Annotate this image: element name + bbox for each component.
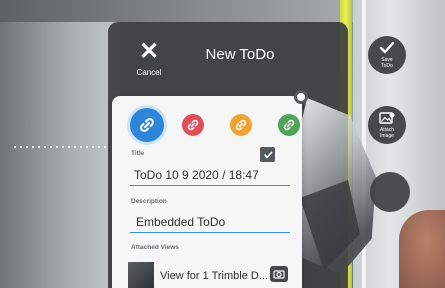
- save-label-line2: ToDo: [381, 63, 393, 69]
- description-label: Description: [131, 198, 167, 205]
- cancel-button[interactable]: ✕ Cancel: [128, 40, 170, 82]
- title-field[interactable]: ToDo 10 9 2020 / 18:47: [134, 168, 259, 182]
- color-option-blue[interactable]: [130, 108, 164, 142]
- attached-views-label: Attached Views: [131, 244, 179, 251]
- title-label: Title: [131, 150, 145, 157]
- link-icon: [283, 119, 295, 131]
- color-option-orange[interactable]: [230, 114, 252, 136]
- save-todo-label: Save ToDo: [381, 57, 393, 69]
- attach-label-line2: Image: [380, 133, 394, 139]
- drag-handle[interactable]: [294, 90, 308, 104]
- color-option-green[interactable]: [278, 114, 300, 136]
- checkmark-icon: [379, 41, 395, 54]
- background-scene-left: [0, 0, 120, 288]
- color-option-red[interactable]: [182, 114, 204, 136]
- link-icon: [235, 119, 247, 131]
- close-icon: ✕: [138, 38, 160, 65]
- attach-image-icon: [379, 112, 395, 124]
- camera-icon[interactable]: [270, 266, 288, 282]
- description-field[interactable]: Embedded ToDo: [136, 215, 225, 229]
- link-icon: [187, 119, 199, 131]
- attached-view-item[interactable]: View for 1 Trimble D...: [160, 270, 270, 282]
- description-underline: [130, 232, 290, 233]
- page-title: New ToDo: [205, 46, 275, 63]
- hidden-action-button[interactable]: [370, 172, 410, 212]
- attached-view-thumbnail[interactable]: [128, 262, 154, 288]
- link-icon: [140, 118, 154, 132]
- attach-image-button[interactable]: Attach Image: [368, 106, 406, 144]
- attach-image-label: Attach Image: [380, 127, 394, 139]
- user-hand: [399, 210, 445, 288]
- title-underline: [130, 185, 290, 186]
- cancel-label: Cancel: [136, 68, 162, 77]
- save-todo-button[interactable]: Save ToDo: [368, 36, 406, 74]
- checklist-icon[interactable]: [260, 147, 275, 162]
- color-picker: [130, 108, 302, 142]
- dotted-guide-line: [14, 146, 114, 148]
